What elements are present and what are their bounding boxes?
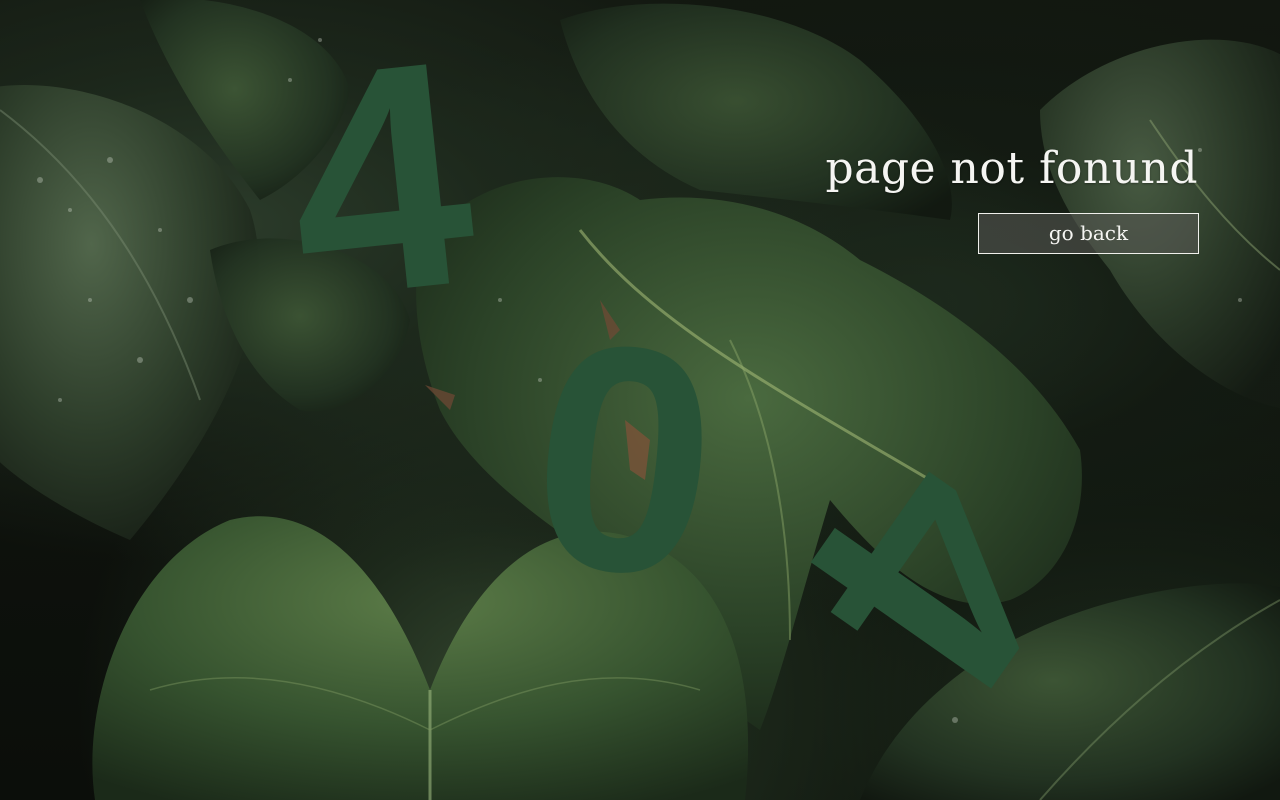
background-photo — [0, 0, 1280, 800]
go-back-button[interactable]: go back — [978, 213, 1199, 254]
error-page: 4 0 4 page not fonund go back — [0, 0, 1280, 800]
leaf-shape — [0, 85, 259, 540]
error-message: page not fonund — [825, 143, 1198, 194]
